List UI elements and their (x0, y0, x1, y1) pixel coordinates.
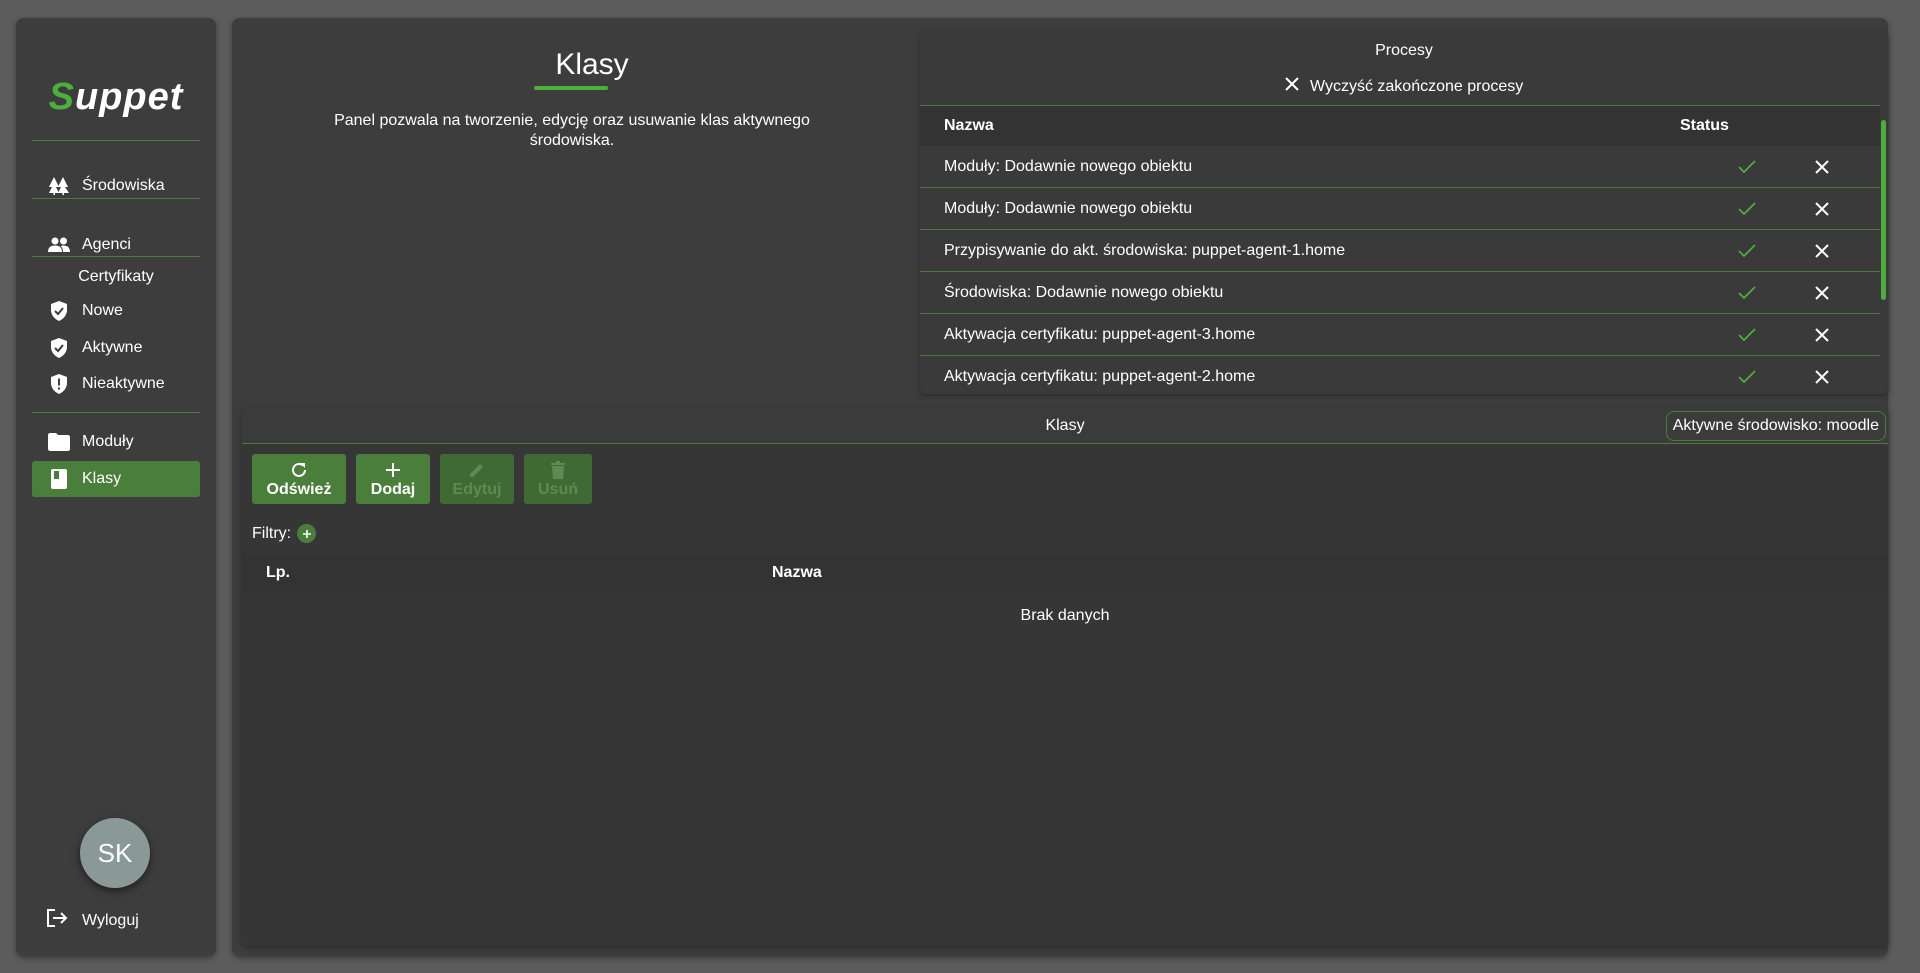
logout-icon (46, 908, 68, 933)
remove-process-button[interactable] (1792, 201, 1852, 216)
remove-process-button[interactable] (1792, 243, 1852, 258)
page-description: Panel pozwala na tworzenie, edycję oraz … (334, 112, 810, 149)
sidebar-item-label: Aktywne (82, 339, 143, 356)
sidebar-divider (32, 256, 200, 257)
delete-button[interactable]: Usuń (524, 454, 592, 504)
page-title: Klasy (555, 48, 629, 81)
refresh-button[interactable]: Odśwież (252, 454, 346, 504)
sidebar-item-classes[interactable]: Klasy (32, 461, 200, 497)
certificates-section-label: Certyfikaty (78, 268, 154, 285)
sidebar: Suppet Środowiska Agenci Certyfikaty Now… (16, 18, 216, 956)
add-label: Dodaj (370, 481, 416, 498)
check-icon (1702, 285, 1792, 300)
processes-scrollbar[interactable] (1881, 120, 1886, 300)
processes-panel: Procesy Wyczyść zakończone procesy Nazwa… (920, 32, 1888, 394)
process-name: Środowiska: Dodawnie nowego obiektu (944, 283, 1224, 301)
add-button[interactable]: Dodaj (356, 454, 430, 504)
logout-button[interactable]: Wyloguj (46, 908, 139, 933)
processes-table-header: Nazwa Status (920, 106, 1880, 146)
table-row: Aktywacja certyfikatu: puppet-agent-3.ho… (920, 314, 1880, 356)
classes-table-header: Lp. Nazwa (242, 553, 1888, 593)
processes-title: Procesy (1375, 42, 1433, 59)
plus-icon (385, 459, 401, 481)
avatar[interactable]: SK (80, 818, 150, 888)
filters-label: Filtry: (252, 524, 292, 542)
classes-panel-header: Klasy Aktywne środowisko: moodle (242, 408, 1888, 444)
book-icon (48, 468, 70, 490)
check-icon (1702, 369, 1792, 384)
table-row: Moduły: Dodawnie nowego obiektu (920, 188, 1880, 230)
table-row: Moduły: Dodawnie nowego obiektu (920, 146, 1880, 188)
processes-table: Nazwa Status Moduły: Dodawnie nowego obi… (920, 105, 1880, 394)
remove-process-button[interactable] (1792, 369, 1852, 384)
app-logo[interactable]: Suppet (16, 76, 216, 119)
column-header-lp[interactable]: Lp. (242, 564, 772, 582)
classes-panel: Klasy Aktywne środowisko: moodle Odśwież… (242, 408, 1888, 946)
remove-process-button[interactable] (1792, 159, 1852, 174)
process-name: Moduły: Dodawnie nowego obiektu (944, 157, 1193, 175)
people-icon (48, 234, 70, 256)
edit-button[interactable]: Edytuj (440, 454, 514, 504)
table-row: Przypisywanie do akt. środowiska: puppet… (920, 230, 1880, 272)
process-name: Aktywacja certyfikatu: puppet-agent-2.ho… (944, 367, 1256, 385)
toolbar: Odśwież Dodaj Edytuj Usuń (252, 454, 592, 504)
trash-icon (551, 459, 565, 481)
sidebar-divider (32, 140, 200, 141)
delete-label: Usuń (538, 481, 578, 498)
logout-label: Wyloguj (82, 911, 139, 929)
remove-process-button[interactable] (1792, 285, 1852, 300)
empty-table-message: Brak danych (1020, 607, 1110, 624)
check-icon (1702, 159, 1792, 174)
folder-icon (48, 431, 70, 453)
sidebar-divider (32, 412, 200, 413)
shield-alert-icon (48, 373, 70, 395)
pencil-icon (468, 459, 486, 481)
close-icon (1284, 76, 1300, 97)
trees-icon (48, 175, 70, 197)
refresh-label: Odśwież (266, 481, 332, 498)
sidebar-item-label: Nowe (82, 302, 123, 319)
add-filter-button[interactable] (297, 524, 317, 543)
main-content: Klasy Panel pozwala na tworzenie, edycję… (232, 18, 1888, 956)
process-name: Moduły: Dodawnie nowego obiektu (944, 199, 1193, 217)
shield-check-icon (48, 300, 70, 322)
clear-finished-processes-button[interactable]: Wyczyść zakończone procesy (1284, 76, 1523, 97)
refresh-icon (290, 459, 308, 481)
sidebar-item-cert-inactive[interactable]: Nieaktywne (32, 366, 200, 402)
logo-text: uppet (74, 76, 184, 118)
edit-label: Edytuj (452, 481, 502, 498)
sidebar-divider (32, 198, 200, 199)
clear-finished-label: Wyczyść zakończone procesy (1310, 77, 1524, 95)
filters: Filtry: (252, 524, 317, 543)
column-header-name: Nazwa (944, 117, 994, 134)
shield-check-icon (48, 337, 70, 359)
sidebar-item-cert-new[interactable]: Nowe (32, 293, 200, 329)
column-header-status: Status (1680, 117, 1729, 134)
active-environment-badge: Aktywne środowisko: moodle (1665, 411, 1886, 441)
classes-panel-title: Klasy (1045, 417, 1085, 434)
sidebar-item-label: Agenci (82, 236, 131, 253)
sidebar-item-label: Nieaktywne (82, 375, 165, 392)
check-icon (1702, 243, 1792, 258)
table-row: Aktywacja certyfikatu: puppet-agent-2.ho… (920, 356, 1880, 394)
sidebar-item-label: Klasy (82, 470, 122, 487)
check-icon (1702, 201, 1792, 216)
check-icon (1702, 327, 1792, 342)
sidebar-item-agents[interactable]: Agenci (32, 227, 200, 263)
column-header-name[interactable]: Nazwa (772, 564, 822, 582)
sidebar-item-label: Środowiska (82, 177, 165, 194)
plus-icon (302, 529, 311, 538)
sidebar-item-modules[interactable]: Moduły (32, 424, 200, 460)
remove-process-button[interactable] (1792, 327, 1852, 342)
sidebar-item-label: Moduły (82, 433, 134, 450)
process-name: Aktywacja certyfikatu: puppet-agent-3.ho… (944, 325, 1256, 343)
page-title-underline (534, 86, 608, 90)
sidebar-item-cert-active[interactable]: Aktywne (32, 330, 200, 366)
process-name: Przypisywanie do akt. środowiska: puppet… (944, 241, 1346, 259)
table-row: Środowiska: Dodawnie nowego obiektu (920, 272, 1880, 314)
logo-letter-s: S (48, 76, 75, 118)
